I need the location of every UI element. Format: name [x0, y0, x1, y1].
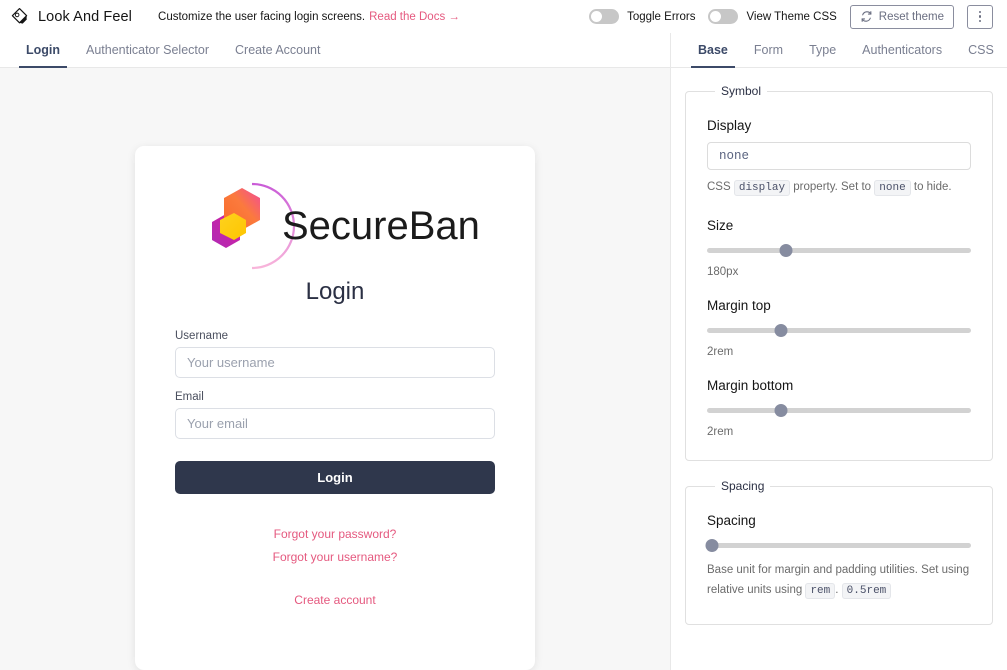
reset-theme-label: Reset theme — [878, 10, 944, 23]
display-helper-pre: CSS — [707, 181, 731, 193]
tab-authenticators[interactable]: Authenticators — [849, 33, 955, 67]
username-label: Username — [175, 330, 229, 342]
spacing-legend: Spacing — [721, 479, 765, 494]
margin-bottom-slider-thumb[interactable] — [774, 403, 788, 417]
spacing-code-1: rem — [805, 583, 836, 600]
margin-top-value: 2rem — [707, 346, 734, 359]
settings-content: Symbol Display CSS display property. Set… — [671, 68, 1007, 670]
spacing-label: Spacing — [707, 513, 756, 529]
size-label: Size — [707, 218, 734, 234]
paint-palette-icon — [10, 7, 29, 26]
email-label: Email — [175, 391, 204, 403]
app-header: Look And Feel Customize the user facing … — [0, 0, 1007, 33]
app-title: Look And Feel — [38, 8, 133, 25]
size-value: 180px — [707, 266, 739, 279]
username-field-group: Username — [175, 330, 495, 378]
spacing-helper-pre: Base unit for margin and padding utiliti… — [707, 564, 970, 597]
tab-authenticator-selector[interactable]: Authenticator Selector — [73, 33, 222, 67]
symbol-group: Symbol Display CSS display property. Set… — [685, 84, 993, 462]
login-links: Forgot your password? Forgot your userna… — [175, 527, 495, 607]
margin-bottom-value: 2rem — [707, 426, 734, 439]
login-heading: Login — [305, 278, 365, 305]
margin-bottom-slider-track — [707, 407, 971, 413]
margin-top-slider-track — [707, 327, 971, 333]
login-submit-button[interactable]: Login — [175, 461, 495, 494]
display-helper: CSS display property. Set to none to hid… — [707, 177, 971, 198]
display-label: Display — [707, 118, 752, 133]
username-input[interactable] — [175, 347, 495, 378]
spacing-helper: Base unit for margin and padding utiliti… — [707, 560, 971, 601]
view-theme-css-switch[interactable] — [708, 9, 739, 24]
securebank-logo: SecureBank — [212, 182, 480, 270]
view-theme-css-group: View Theme CSS — [708, 9, 837, 24]
read-the-docs-link[interactable]: Read the Docs → — [369, 11, 460, 23]
look-and-feel-app: Look And Feel Customize the user facing … — [0, 0, 1007, 670]
size-slider[interactable] — [707, 242, 971, 258]
logo-text: SecureBank — [282, 204, 480, 248]
forgot-password-link[interactable]: Forgot your password? — [274, 527, 397, 541]
settings-pane: Base Form Type Authenticators CSS Symbol… — [671, 33, 1007, 670]
tab-base[interactable]: Base — [685, 33, 741, 68]
create-account-link[interactable]: Create account — [294, 593, 375, 607]
toggle-errors-switch[interactable] — [589, 9, 620, 24]
margin-top-label: Margin top — [707, 298, 771, 314]
email-field-group: Email — [175, 391, 495, 439]
display-input[interactable] — [707, 142, 971, 170]
header-actions: Toggle Errors View Theme CSS Reset theme — [589, 4, 993, 29]
logo-row: SecureBank — [175, 176, 495, 276]
subtitle-text: Customize the user facing login screens. — [158, 10, 366, 23]
tab-login[interactable]: Login — [13, 33, 73, 68]
forgot-username-link[interactable]: Forgot your username? — [273, 550, 398, 564]
refresh-icon — [860, 10, 873, 23]
spacing-code-2: 0.5rem — [841, 583, 892, 600]
margin-bottom-label: Margin bottom — [707, 378, 794, 394]
size-control: Size 180px — [707, 218, 971, 278]
reset-theme-button[interactable]: Reset theme — [849, 4, 954, 29]
tab-css[interactable]: CSS — [955, 33, 1007, 67]
spacing-slider-track — [707, 542, 971, 548]
header-subtitle: Customize the user facing login screens.… — [158, 11, 460, 23]
spacing-slider[interactable] — [705, 537, 971, 553]
preview-tabbar: Login Authenticator Selector Create Acco… — [0, 33, 670, 68]
display-code-2: none — [874, 180, 911, 196]
kebab-menu-icon — [978, 9, 982, 23]
view-theme-css-label: View Theme CSS — [746, 10, 837, 23]
login-card: SecureBank Login Username Email Login — [135, 146, 535, 670]
margin-bottom-control: Margin bottom 2rem — [707, 378, 971, 438]
settings-tabbar: Base Form Type Authenticators CSS — [671, 33, 1007, 68]
tab-create-account[interactable]: Create Account — [222, 33, 333, 67]
margin-top-slider-thumb[interactable] — [774, 323, 788, 337]
toggle-errors-group: Toggle Errors — [589, 9, 695, 24]
margin-top-control: Margin top 2rem — [707, 298, 971, 358]
toggle-errors-label: Toggle Errors — [627, 10, 696, 23]
size-slider-thumb[interactable] — [779, 243, 793, 257]
margin-top-slider[interactable] — [707, 322, 971, 338]
kebab-menu-button[interactable] — [967, 4, 993, 29]
size-slider-track — [707, 247, 971, 253]
display-helper-mid: property. Set to — [793, 181, 872, 193]
display-helper-post: to hide. — [913, 181, 952, 193]
spacing-control: Spacing Base unit for margin and padding… — [705, 513, 971, 601]
tab-type[interactable]: Type — [796, 33, 849, 67]
spacing-group: Spacing Spacing Base unit for margin and… — [685, 479, 993, 625]
display-control: Display CSS display property. Set to non… — [707, 118, 971, 198]
preview-pane: Login Authenticator Selector Create Acco… — [0, 33, 671, 670]
spacing-helper-dot: . — [835, 584, 839, 597]
body-split: Login Authenticator Selector Create Acco… — [0, 33, 1007, 670]
email-input[interactable] — [175, 408, 495, 439]
symbol-legend: Symbol — [721, 84, 762, 98]
margin-bottom-slider[interactable] — [707, 402, 971, 418]
display-code-1: display — [733, 180, 791, 196]
brand: Look And Feel — [10, 7, 132, 26]
spacing-slider-thumb[interactable] — [705, 538, 719, 552]
login-preview: SecureBank Login Username Email Login — [0, 68, 670, 670]
tab-form[interactable]: Form — [741, 33, 796, 67]
